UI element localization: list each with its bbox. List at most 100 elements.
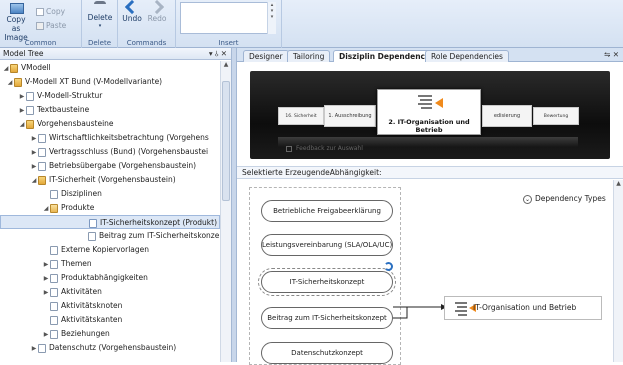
tree-node-label: IT-Sicherheit (Vorgehensbaustein)	[49, 175, 176, 184]
tree-node[interactable]: ▶ Wirtschaftlichkeitsbetrachtung (Vorgehe…	[30, 131, 209, 145]
document-icon	[50, 301, 58, 311]
tree-node[interactable]: Aktivitätsknoten	[50, 299, 122, 313]
tab-controls-icon[interactable]: ⇋ ✕	[604, 50, 619, 59]
tree-node[interactable]: ▶ Produktabhängigkeiten	[42, 271, 148, 285]
expand-icon[interactable]: ▶	[18, 104, 26, 118]
tree-node[interactable]: ◢ IT-Sicherheit (Vorgehensbaustein)	[30, 173, 176, 187]
tree-node[interactable]: ▶ Aktivitäten	[42, 285, 102, 299]
insert-gallery[interactable]	[180, 2, 276, 34]
tree-node-label: Beitrag zum IT-Sicherheitskonzept (	[99, 231, 231, 240]
expand-icon[interactable]: ▶	[30, 342, 38, 356]
copy-as-image-button[interactable]: Copy as Image	[2, 1, 32, 42]
tree-node-label: Produkte	[61, 203, 95, 212]
document-icon	[38, 343, 46, 353]
tree-node[interactable]: ◢ Vorgehensbausteine	[18, 117, 114, 131]
tree-node[interactable]: ▶ Datenschutz (Vorgehensbaustein)	[30, 341, 176, 355]
source-node[interactable]: Leistungsvereinbarung (SLA/OLA/UC)	[261, 234, 393, 256]
target-discipline-node[interactable]: IT-Organisation und Betrieb	[444, 296, 602, 320]
redo-button[interactable]: Redo	[146, 0, 168, 23]
tree-node-label: IT-Sicherheitskonzept (Produkt)	[100, 218, 218, 227]
tree-node[interactable]: ▶ Betriebsübergabe (Vorgehensbaustein)	[30, 159, 196, 173]
document-icon	[50, 259, 58, 269]
carousel-card-left[interactable]: 1. Ausschreibung	[324, 105, 376, 127]
gallery-more-icon: ▾	[270, 14, 274, 20]
tree-node[interactable]: ◢ Produkte	[42, 201, 94, 215]
tree-node-label: Disziplinen	[61, 189, 102, 198]
carousel-strip: 16. Sicherheit 1. Ausschreibung 2. IT-Or…	[250, 71, 610, 159]
carousel-card-far-left[interactable]: 16. Sicherheit	[278, 107, 324, 125]
undo-icon	[124, 0, 140, 15]
carousel-card-far-right[interactable]: Bewertung	[533, 107, 579, 125]
collapse-icon[interactable]: ◢	[30, 174, 38, 188]
tree-node[interactable]: ◢ V-Modell XT Bund (V-Modellvariante)	[6, 75, 162, 89]
source-node[interactable]: Datenschutzkonzept	[261, 342, 393, 364]
folder-icon	[14, 77, 22, 87]
document-icon	[38, 147, 46, 157]
delete-label: Delete	[87, 13, 113, 22]
discipline-carousel[interactable]: 16. Sicherheit 1. Ausschreibung 2. IT-Or…	[237, 62, 623, 166]
source-node[interactable]: Beitrag zum IT-Sicherheitskonzept	[261, 307, 393, 329]
expand-icon[interactable]: ▶	[42, 328, 50, 342]
expand-icon[interactable]: ▶	[42, 258, 50, 272]
undo-label: Undo	[122, 14, 142, 23]
carousel-card-right[interactable]: edisierung	[482, 105, 532, 127]
refresh-icon[interactable]	[384, 262, 393, 271]
tree-node-label: Aktivitätskanten	[61, 315, 123, 324]
source-node-label: IT-Sicherheitskonzept	[289, 278, 365, 286]
diagram-scrollbar[interactable]: ▲	[613, 180, 623, 362]
expand-icon[interactable]: ▶	[42, 272, 50, 286]
document-icon	[50, 329, 58, 339]
panel-controls-icon[interactable]: ▾ ⫰ ✕	[209, 48, 227, 59]
carousel-card-center[interactable]: 2. IT-Organisation und Betrieb	[377, 89, 481, 135]
collapse-icon[interactable]: ◢	[18, 118, 26, 132]
collapse-icon[interactable]: ◢	[2, 62, 10, 76]
card-label: edisierung	[493, 113, 521, 119]
source-node-selected[interactable]: IT-Sicherheitskonzept	[258, 268, 396, 296]
scroll-thumb[interactable]	[222, 81, 230, 201]
chevron-down-icon: ⌄	[523, 194, 532, 204]
copy-button[interactable]: Copy	[36, 7, 65, 16]
tree-node-selected[interactable]: IT-Sicherheitskonzept (Produkt)	[0, 215, 220, 229]
tree-node[interactable]: ▶ V-Modell-Struktur	[18, 89, 102, 103]
undo-button[interactable]: Undo	[121, 0, 143, 23]
tree-node[interactable]: ◢ VModell	[2, 61, 51, 75]
editor-tabs: Designer Tailoring Disziplin Dependencie…	[237, 48, 623, 63]
document-icon	[50, 315, 58, 325]
tree-node[interactable]: Aktivitätskanten	[50, 313, 122, 327]
collapse-icon[interactable]: ◢	[42, 202, 50, 216]
expand-icon[interactable]: ▶	[30, 132, 38, 146]
model-tree-scrollbar[interactable]: ▲	[220, 61, 231, 362]
tree-node[interactable]: ▶ Beziehungen	[42, 327, 110, 341]
delete-button[interactable]: Delete ▾	[86, 1, 114, 31]
expand-icon[interactable]: ▶	[30, 160, 38, 174]
tab-tailoring[interactable]: Tailoring	[287, 50, 331, 62]
document-icon	[50, 245, 58, 255]
carousel-footer: Feedback zur Auswahl	[286, 145, 363, 152]
chevron-down-icon: ▾	[98, 23, 102, 29]
ribbon: Copy as Image Copy Paste Common Delete ▾…	[0, 0, 623, 48]
tab-role-dependencies[interactable]: Role Dependencies	[425, 50, 509, 62]
scroll-up-icon[interactable]: ▲	[614, 180, 623, 187]
ribbon-group-commands-label: Commands	[126, 39, 167, 47]
tab-designer[interactable]: Designer	[243, 50, 289, 62]
tree-node[interactable]: Externe Kopiervorlagen	[50, 243, 149, 257]
tree-node[interactable]: ▶ Vertragsschluss (Bund) (Vorgehensbauste…	[30, 145, 208, 159]
tree-node[interactable]: Beitrag zum IT-Sicherheitskonzept (	[88, 229, 231, 243]
paste-button[interactable]: Paste	[36, 21, 66, 30]
tree-node[interactable]: Disziplinen	[50, 187, 102, 201]
insert-gallery-scrollbar[interactable]: ▴ ▾ ▾	[267, 2, 276, 34]
collapse-icon[interactable]: ◢	[6, 76, 14, 90]
source-node[interactable]: Betriebliche Freigabeerklärung	[261, 200, 393, 222]
expand-icon[interactable]: ▶	[42, 286, 50, 300]
scroll-up-icon[interactable]: ▲	[221, 61, 231, 68]
tree-node-label: Produktabhängigkeiten	[61, 273, 148, 282]
checkbox-icon[interactable]	[286, 145, 292, 152]
tree-node[interactable]: ▶ Textbausteine	[18, 103, 89, 117]
expand-icon[interactable]: ▶	[18, 90, 26, 104]
target-node-label: IT-Organisation und Betrieb	[473, 303, 577, 312]
tree-node[interactable]: ▶ Themen	[42, 257, 92, 271]
tree-node-label: Beziehungen	[61, 329, 110, 338]
expand-icon[interactable]: ▶	[30, 146, 38, 160]
tree-node-label: Externe Kopiervorlagen	[61, 245, 150, 254]
dependency-types-button[interactable]: ⌄ Dependency Types	[523, 194, 606, 204]
